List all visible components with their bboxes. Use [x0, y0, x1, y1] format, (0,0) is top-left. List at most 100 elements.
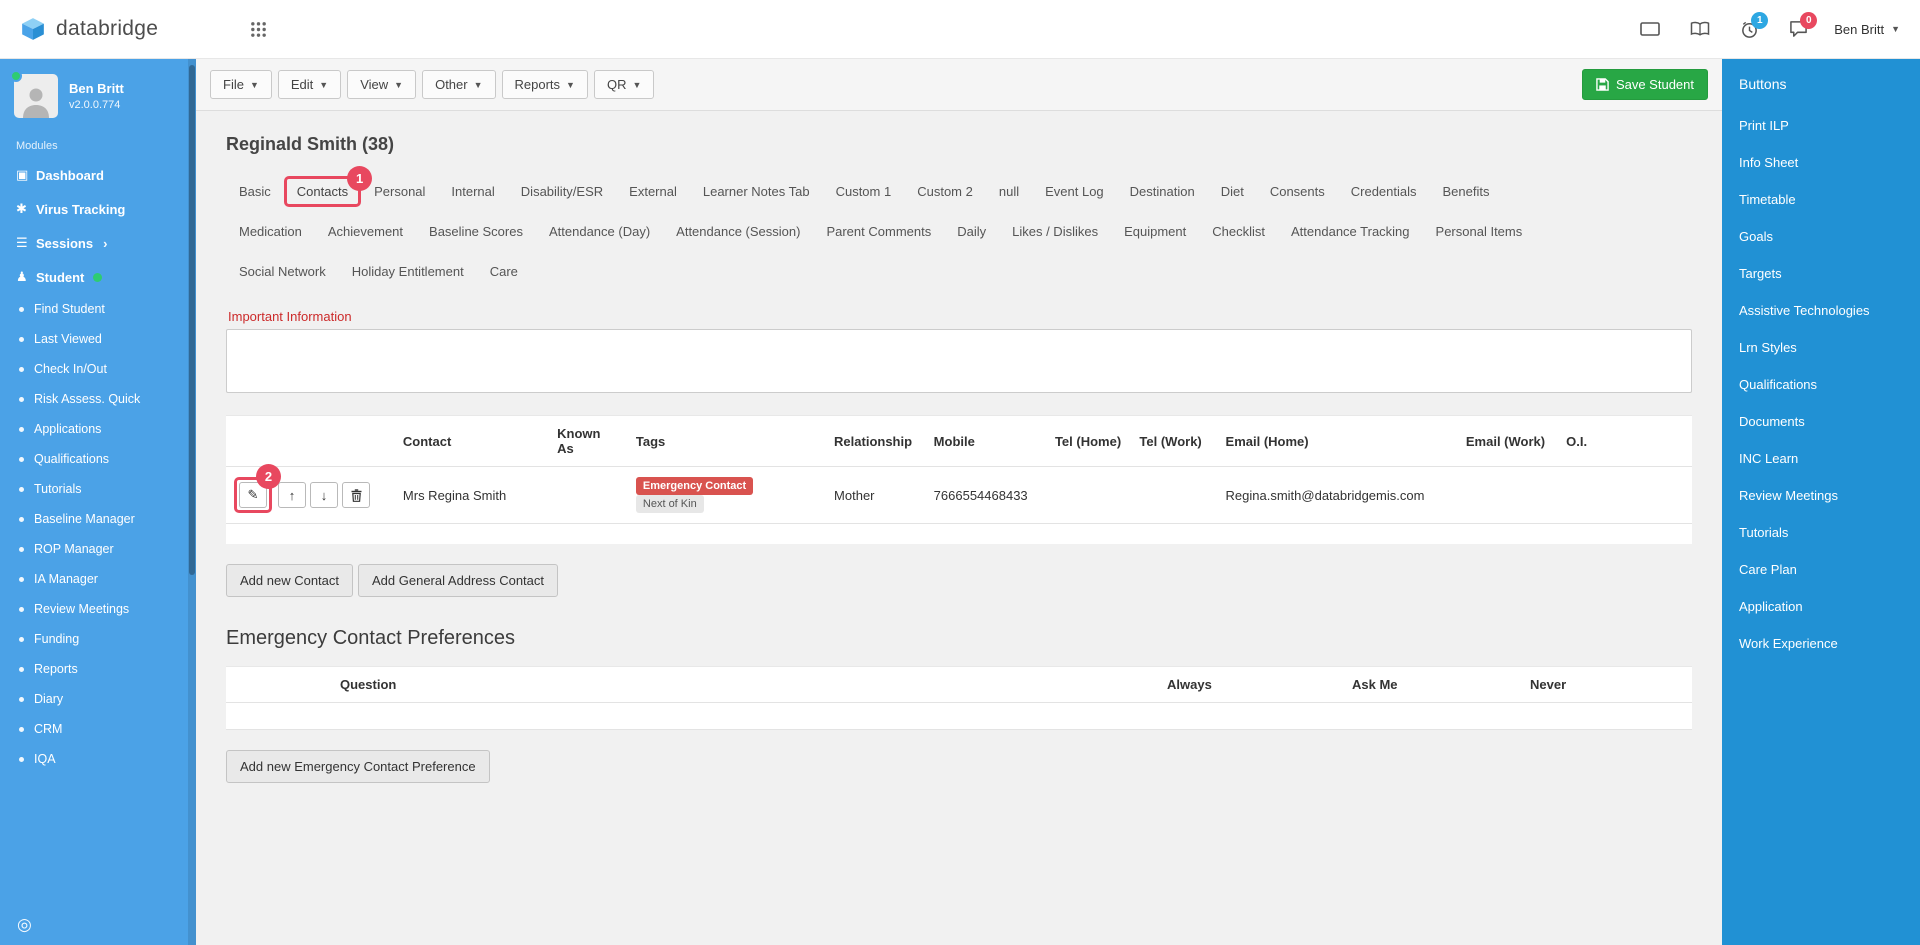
- book-icon[interactable]: [1690, 21, 1710, 37]
- tab[interactable]: Checklist: [1199, 216, 1278, 247]
- menu-label: QR: [606, 77, 627, 92]
- sidebar-module-item[interactable]: ▣ Dashboard: [0, 158, 196, 192]
- tab[interactable]: Destination: [1117, 176, 1208, 207]
- menu-dropdown-button[interactable]: Other ▼: [422, 70, 496, 99]
- buttons-panel-item[interactable]: Review Meetings: [1722, 477, 1920, 514]
- tab[interactable]: Contacts 1: [283, 166, 373, 207]
- sidebar-sub-item[interactable]: Reports: [0, 654, 196, 684]
- sidebar-sub-item[interactable]: Diary: [0, 684, 196, 714]
- tab[interactable]: Achievement: [315, 216, 416, 247]
- delete-contact-button[interactable]: [342, 482, 370, 508]
- buttons-panel-item[interactable]: INC Learn: [1722, 440, 1920, 477]
- sidebar-sub-item[interactable]: Risk Assess. Quick: [0, 384, 196, 414]
- important-information-input[interactable]: [226, 329, 1692, 393]
- sidebar-sub-item[interactable]: Qualifications: [0, 444, 196, 474]
- buttons-panel-item[interactable]: Work Experience: [1722, 625, 1920, 662]
- buttons-panel-item[interactable]: Timetable: [1722, 181, 1920, 218]
- sidebar-sub-item[interactable]: Baseline Manager: [0, 504, 196, 534]
- bullet-icon: [19, 666, 24, 672]
- sidebar-module-item[interactable]: ☰ Sessions ›: [0, 226, 196, 260]
- buttons-panel-item[interactable]: Tutorials: [1722, 514, 1920, 551]
- save-student-button[interactable]: Save Student: [1581, 69, 1708, 100]
- user-menu[interactable]: Ben Britt ▼: [1834, 22, 1900, 37]
- tab[interactable]: Baseline Scores: [416, 216, 536, 247]
- tabs-row-3: Social Network Holiday Entitlement Care: [226, 256, 1692, 287]
- tab[interactable]: Benefits: [1430, 176, 1503, 207]
- alarm-clock-icon[interactable]: 1: [1740, 11, 1769, 39]
- sidebar-sub-item[interactable]: CRM: [0, 714, 196, 744]
- buttons-panel-item[interactable]: Documents: [1722, 403, 1920, 440]
- sidebar-sub-item[interactable]: IQA: [0, 744, 196, 774]
- sidebar-sub-item[interactable]: Last Viewed: [0, 324, 196, 354]
- chat-icon[interactable]: 0: [1789, 12, 1818, 38]
- sidebar-sub-item[interactable]: ROP Manager: [0, 534, 196, 564]
- add-new-emergency-contact-preference-button[interactable]: Add new Emergency Contact Preference: [226, 750, 490, 783]
- sidebar-module-item[interactable]: ♟ Student: [0, 260, 196, 294]
- buttons-panel-item[interactable]: Lrn Styles: [1722, 329, 1920, 366]
- tab[interactable]: Social Network: [226, 256, 339, 287]
- tab[interactable]: Custom 2: [904, 176, 986, 207]
- tab[interactable]: Attendance (Day): [536, 216, 663, 247]
- menu-label: Edit: [290, 77, 314, 92]
- sub-item-label: Review Meetings: [34, 602, 130, 616]
- sidebar-sub-item[interactable]: Find Student: [0, 294, 196, 324]
- sidebar-sub-item[interactable]: IA Manager: [0, 564, 196, 594]
- collapse-sidebar-icon[interactable]: ◎: [17, 915, 32, 935]
- sidebar-sub-item[interactable]: Review Meetings: [0, 594, 196, 624]
- buttons-panel-item[interactable]: Print ILP: [1722, 107, 1920, 144]
- tab[interactable]: Disability/ESR: [508, 176, 616, 207]
- tab[interactable]: Attendance (Session): [663, 216, 813, 247]
- move-down-button[interactable]: ↓: [310, 482, 338, 508]
- tab[interactable]: Personal: [361, 176, 438, 207]
- tab[interactable]: Attendance Tracking: [1278, 216, 1423, 247]
- sub-item-label: Applications: [34, 422, 102, 436]
- sidebar-user-block[interactable]: Ben Britt v2.0.0.774: [0, 59, 196, 130]
- sidebar-module-item[interactable]: ✱ Virus Tracking: [0, 192, 196, 226]
- app-logo[interactable]: databridge: [20, 16, 158, 42]
- buttons-panel-item[interactable]: Targets: [1722, 255, 1920, 292]
- tab[interactable]: External: [616, 176, 690, 207]
- tab[interactable]: Event Log: [1032, 176, 1117, 207]
- sidebar-sub-item[interactable]: Tutorials: [0, 474, 196, 504]
- menu-dropdown-button[interactable]: File ▼: [210, 70, 272, 99]
- col-always: Always: [1159, 666, 1344, 703]
- tab[interactable]: Medication: [226, 216, 315, 247]
- menu-dropdown-button[interactable]: View ▼: [347, 70, 417, 99]
- bullet-icon: [19, 576, 24, 582]
- add-new-contact-button[interactable]: Add new Contact: [226, 564, 354, 597]
- sidebar-scrollbar-thumb[interactable]: [189, 65, 195, 575]
- tab[interactable]: Holiday Entitlement: [339, 256, 477, 287]
- tab[interactable]: Learner Notes Tab: [690, 176, 823, 207]
- tab[interactable]: Diet: [1208, 176, 1257, 207]
- tab[interactable]: Daily: [944, 216, 999, 247]
- tab[interactable]: Care: [477, 256, 531, 287]
- tab[interactable]: null: [986, 176, 1032, 207]
- move-up-button[interactable]: ↑: [278, 482, 306, 508]
- tab[interactable]: Internal: [438, 176, 507, 207]
- tab[interactable]: Likes / Dislikes: [999, 216, 1111, 247]
- tab[interactable]: Custom 1: [823, 176, 905, 207]
- sidebar-sub-item[interactable]: Check In/Out: [0, 354, 196, 384]
- tab[interactable]: Basic: [226, 176, 284, 207]
- buttons-panel-item[interactable]: Application: [1722, 588, 1920, 625]
- buttons-panel-item[interactable]: Qualifications: [1722, 366, 1920, 403]
- col-mobile: Mobile: [925, 415, 1047, 467]
- tab[interactable]: Equipment: [1111, 216, 1199, 247]
- tab[interactable]: Consents: [1257, 176, 1338, 207]
- buttons-panel-item[interactable]: Care Plan: [1722, 551, 1920, 588]
- menu-dropdown-button[interactable]: Edit ▼: [277, 70, 342, 99]
- add-general-address-contact-button[interactable]: Add General Address Contact: [358, 564, 559, 597]
- sidebar-sub-item[interactable]: Applications: [0, 414, 196, 444]
- menu-dropdown-button[interactable]: QR ▼: [593, 70, 655, 99]
- menu-dropdown-button[interactable]: Reports ▼: [501, 70, 588, 99]
- sidebar-sub-item[interactable]: Funding: [0, 624, 196, 654]
- display-icon[interactable]: [1640, 21, 1661, 37]
- caret-down-icon: ▼: [632, 79, 642, 90]
- buttons-panel-item[interactable]: Assistive Technologies: [1722, 292, 1920, 329]
- tab[interactable]: Parent Comments: [813, 216, 944, 247]
- apps-grid-icon[interactable]: [250, 21, 267, 38]
- tab[interactable]: Credentials: [1338, 176, 1430, 207]
- buttons-panel-item[interactable]: Goals: [1722, 218, 1920, 255]
- tab[interactable]: Personal Items: [1423, 216, 1536, 247]
- buttons-panel-item[interactable]: Info Sheet: [1722, 144, 1920, 181]
